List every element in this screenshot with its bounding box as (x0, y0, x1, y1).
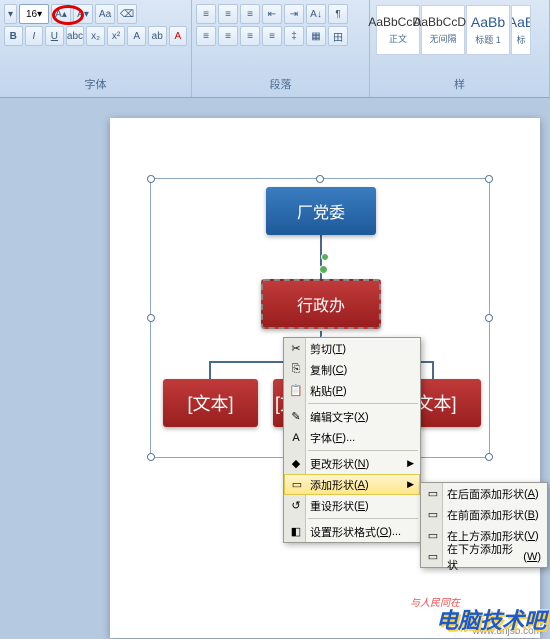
menu-cut[interactable]: ✂剪切(T) (284, 338, 420, 359)
reset-icon: ↺ (288, 498, 304, 514)
grow-font-button[interactable]: A▴ (51, 4, 71, 24)
sort-button[interactable]: A↓ (306, 4, 326, 24)
submenu-add-below[interactable]: ▭在下方添加形状(W) (421, 546, 547, 567)
shape-icon: ◆ (288, 456, 304, 472)
style-normal[interactable]: AaBbCcDd 正文 (376, 5, 420, 55)
cut-icon: ✂ (288, 341, 304, 357)
ribbon-group-font: ▾ 16▾ A▴ A▾ Aa ⌫ B I U abc x₂ x² A ab A … (0, 0, 192, 97)
bold-button[interactable]: B (4, 26, 23, 46)
underline-button[interactable]: U (45, 26, 64, 46)
highlight-button[interactable]: ab (148, 26, 167, 46)
clear-format-button[interactable]: ⌫ (117, 4, 137, 24)
ribbon-group-paragraph: ≡ ≡ ≡ ⇤ ⇥ A↓ ¶ ≡ ≡ ≡ ≡ ‡ ▦ 田 段落 (192, 0, 370, 97)
borders-button[interactable]: 田 (328, 26, 348, 46)
indent-right-button[interactable]: ⇥ (284, 4, 304, 24)
menu-edit-text[interactable]: ✎编辑文字(X) (284, 406, 420, 427)
strike-button[interactable]: abc (66, 26, 85, 46)
watermark-main: 电脑技术吧 (436, 603, 546, 635)
align-right-button[interactable]: ≡ (240, 26, 260, 46)
numbering-button[interactable]: ≡ (218, 4, 238, 24)
context-menu: ✂剪切(T) ⎘复制(C) 📋粘贴(P) ✎编辑文字(X) A字体(F)... … (283, 337, 421, 543)
resize-handle[interactable] (485, 175, 493, 183)
style-nospacing[interactable]: AaBbCcDd 无间隔 (421, 5, 465, 55)
font-icon: A (288, 430, 304, 446)
show-marks-button[interactable]: ¶ (328, 4, 348, 24)
connector (432, 361, 434, 379)
font-size-input[interactable]: 16▾ (19, 4, 49, 24)
ribbon-group-label-styles: 样 (374, 74, 545, 94)
submenu-add-after[interactable]: ▭在后面添加形状(A) (421, 483, 547, 504)
shape-icon: ▭ (425, 486, 441, 502)
edit-icon: ✎ (288, 409, 304, 425)
org-node-selected[interactable]: 行政办 (261, 279, 381, 329)
line-spacing-button[interactable]: ‡ (284, 26, 304, 46)
text-effect-button[interactable]: A (127, 26, 146, 46)
style-heading2[interactable]: AaB 标 (511, 5, 531, 55)
resize-handle[interactable] (147, 314, 155, 322)
resize-handle[interactable] (485, 314, 493, 322)
submenu-add-shape: ▭在后面添加形状(A) ▭在前面添加形状(B) ▭在上方添加形状(V) ▭在下方… (420, 482, 548, 568)
menu-reset-shape[interactable]: ↺重设形状(E) (284, 495, 420, 516)
shading-button[interactable]: ▦ (306, 26, 326, 46)
copy-icon: ⎘ (288, 362, 304, 378)
resize-handle[interactable] (147, 453, 155, 461)
ribbon-group-styles: AaBbCcDd 正文 AaBbCcDd 无间隔 AaBb 标题 1 AaB 标… (370, 0, 550, 97)
justify-button[interactable]: ≡ (262, 26, 282, 46)
ribbon: ▾ 16▾ A▴ A▾ Aa ⌫ B I U abc x₂ x² A ab A … (0, 0, 550, 98)
menu-separator (308, 450, 418, 451)
resize-handle[interactable] (485, 453, 493, 461)
superscript-button[interactable]: x² (107, 26, 126, 46)
styles-gallery[interactable]: AaBbCcDd 正文 AaBbCcDd 无间隔 AaBb 标题 1 AaB 标 (374, 3, 545, 57)
menu-separator (308, 403, 418, 404)
submenu-add-before[interactable]: ▭在前面添加形状(B) (421, 504, 547, 525)
subscript-button[interactable]: x₂ (86, 26, 105, 46)
ribbon-group-label-font: 字体 (4, 74, 187, 94)
shape-icon: ▭ (425, 507, 441, 523)
org-node-root[interactable]: 厂党委 (266, 187, 376, 235)
rotate-handle[interactable] (321, 253, 329, 261)
shape-icon: ▭ (425, 549, 441, 565)
font-color-button[interactable]: A (169, 26, 188, 46)
format-icon: ◧ (288, 524, 304, 540)
menu-copy[interactable]: ⎘复制(C) (284, 359, 420, 380)
org-node-placeholder[interactable]: [文本] (163, 379, 258, 427)
paste-icon: 📋 (288, 383, 304, 399)
font-combo[interactable]: ▾ (4, 4, 17, 24)
menu-font[interactable]: A字体(F)... (284, 427, 420, 448)
submenu-arrow-icon: ▶ (407, 479, 414, 490)
menu-change-shape[interactable]: ◆更改形状(N)▶ (284, 453, 420, 474)
shape-icon: ▭ (425, 528, 441, 544)
multilevel-button[interactable]: ≡ (240, 4, 260, 24)
menu-paste[interactable]: 📋粘贴(P) (284, 380, 420, 401)
bullets-button[interactable]: ≡ (196, 4, 216, 24)
resize-handle[interactable] (147, 175, 155, 183)
change-case-button[interactable]: Aa (95, 4, 115, 24)
resize-handle[interactable] (316, 175, 324, 183)
menu-separator (308, 518, 418, 519)
italic-button[interactable]: I (25, 26, 44, 46)
menu-format-shape[interactable]: ◧设置形状格式(O)... (284, 521, 420, 542)
align-center-button[interactable]: ≡ (218, 26, 238, 46)
submenu-arrow-icon: ▶ (407, 458, 414, 469)
style-heading1[interactable]: AaBb 标题 1 (466, 5, 510, 55)
connector (209, 361, 211, 379)
align-left-button[interactable]: ≡ (196, 26, 216, 46)
menu-add-shape[interactable]: ▭添加形状(A)▶ (284, 474, 420, 495)
indent-left-button[interactable]: ⇤ (262, 4, 282, 24)
ribbon-group-label-paragraph: 段落 (196, 74, 365, 94)
shrink-font-button[interactable]: A▾ (73, 4, 93, 24)
add-shape-icon: ▭ (289, 477, 305, 493)
